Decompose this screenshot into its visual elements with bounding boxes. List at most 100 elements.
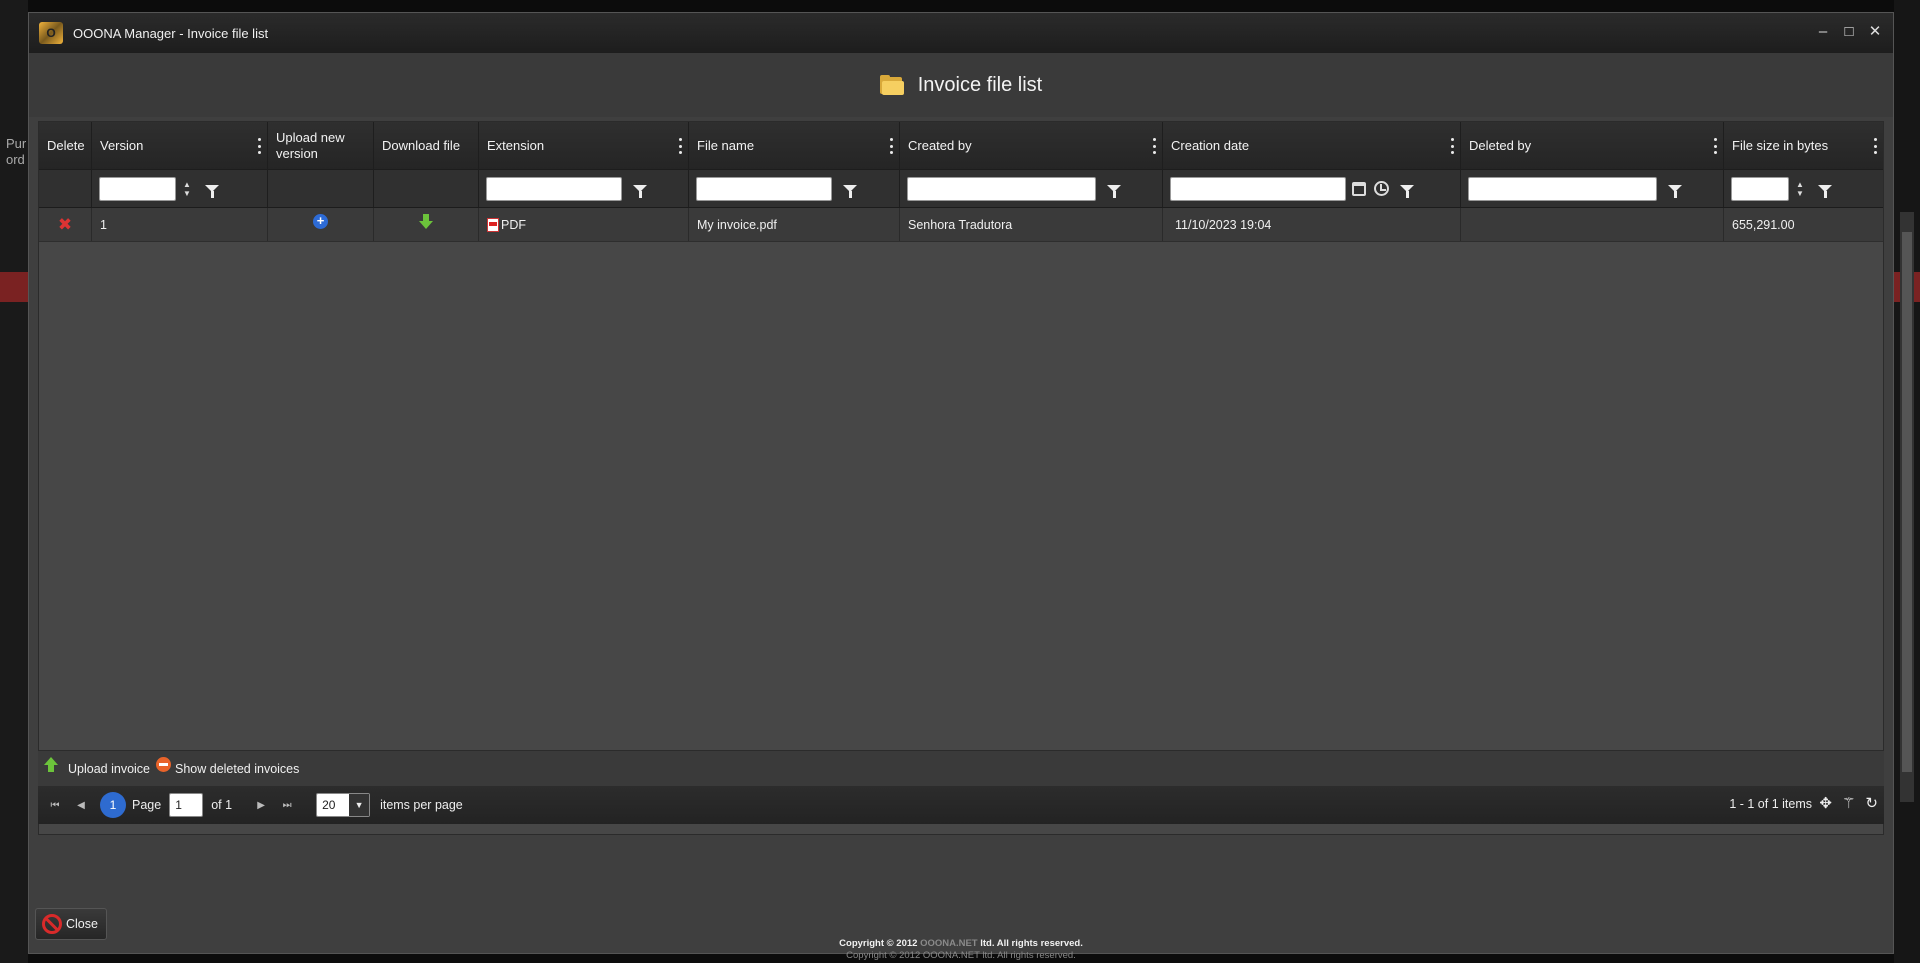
column-header-delete[interactable]: Delete (39, 122, 92, 170)
creation-date-cell: 11/10/2023 19:04 (1163, 208, 1461, 241)
grid-toolbar: Upload invoice Show deleted invoices (38, 750, 1884, 786)
refresh-icon[interactable]: ↻ (1865, 794, 1878, 812)
window-titlebar[interactable]: O OOONA Manager - Invoice file list – □ … (29, 13, 1893, 53)
filter-cell-created-by (900, 170, 1163, 207)
pager-info: 1 - 1 of 1 items (1729, 797, 1812, 811)
file-name-cell: My invoice.pdf (689, 208, 900, 241)
clock-icon[interactable] (1374, 181, 1389, 196)
copyright-text-shadow: Copyright © 2012 OOONA.NET ltd. All righ… (29, 950, 1893, 961)
close-button[interactable]: Close (35, 908, 107, 940)
delete-icon[interactable]: ✖ (58, 216, 72, 233)
close-icon[interactable]: ✕ (1867, 23, 1883, 41)
upload-invoice-label: Upload invoice (68, 761, 150, 776)
column-label: Created by (908, 138, 972, 153)
background-text: ord (6, 152, 25, 167)
column-header-version[interactable]: Version (92, 122, 268, 170)
column-header-download[interactable]: Download file (374, 122, 479, 170)
created-by-filter-button[interactable] (1102, 177, 1126, 201)
extension-filter-input[interactable] (486, 176, 622, 201)
pdf-file-icon (487, 217, 499, 232)
upload-invoice-button[interactable]: Upload invoice (44, 756, 150, 776)
version-cell: 1 (92, 208, 268, 241)
upload-cell: + (268, 208, 374, 241)
show-deleted-invoices-button[interactable]: Show deleted invoices (156, 757, 300, 776)
column-label: File size in bytes (1732, 138, 1829, 153)
spin-down-icon[interactable]: ▼ (183, 189, 191, 198)
copyright-suffix: ltd. All rights reserved. (977, 938, 1083, 949)
creation-date-filter-button[interactable] (1395, 177, 1419, 201)
background-app-right (1894, 0, 1920, 963)
file-size-filter-button[interactable] (1813, 177, 1837, 201)
filter-cell-creation-date (1163, 170, 1461, 207)
current-page-button[interactable]: 1 (100, 792, 126, 818)
version-filter-input[interactable] (99, 176, 176, 201)
upload-arrow-icon (44, 756, 58, 773)
column-header-upload[interactable]: Upload new version (268, 122, 374, 170)
items-per-page-label: items per page (380, 798, 463, 812)
page-number-input[interactable]: 1 (169, 793, 204, 817)
column-menu-icon[interactable] (678, 138, 682, 154)
filter-cell-file-size: ▲ ▼ (1724, 170, 1883, 207)
background-text: Pur (6, 136, 27, 151)
column-header-deleted-by[interactable]: Deleted by (1461, 122, 1724, 170)
file-size-filter-input[interactable] (1731, 176, 1789, 201)
first-page-icon[interactable]: ⏮ (44, 794, 66, 816)
column-menu-icon[interactable] (889, 138, 893, 154)
column-menu-icon[interactable] (1152, 138, 1156, 154)
created-by-filter-input[interactable] (907, 176, 1096, 201)
column-header-creation-date[interactable]: Creation date (1163, 122, 1461, 170)
filter-icon (1400, 185, 1414, 198)
column-label: Upload new version (276, 130, 345, 161)
deleted-by-filter-input[interactable] (1468, 176, 1657, 201)
file-size-cell: 655,291.00 (1732, 217, 1795, 232)
spin-up-icon[interactable]: ▲ (183, 180, 191, 189)
version-spinner[interactable]: ▲ ▼ (180, 177, 194, 201)
spin-down-icon[interactable]: ▼ (1796, 189, 1804, 198)
app-logo-icon: O (39, 22, 63, 44)
show-deleted-label: Show deleted invoices (175, 761, 300, 776)
spin-up-icon[interactable]: ▲ (1796, 180, 1804, 189)
creation-date-filter-input[interactable] (1170, 176, 1346, 201)
version-filter-button[interactable] (200, 177, 224, 201)
next-page-icon[interactable]: ▶ (250, 794, 272, 816)
page-size-select[interactable]: 20 ▼ (316, 793, 371, 817)
background-highlight (0, 272, 28, 302)
prev-page-icon[interactable]: ◀ (70, 794, 92, 816)
move-columns-icon[interactable]: ✥ (1819, 794, 1832, 812)
clear-filters-icon[interactable]: ⚚ (1842, 794, 1855, 812)
column-header-extension[interactable]: Extension (479, 122, 689, 170)
last-page-icon[interactable]: ⏭ (276, 794, 298, 816)
upload-new-version-icon[interactable]: + (313, 214, 328, 229)
column-menu-icon[interactable] (1450, 138, 1454, 154)
scrollbar-thumb[interactable] (1902, 232, 1912, 772)
column-menu-icon[interactable] (1873, 138, 1877, 154)
copyright-prefix: Copyright © 2012 (846, 950, 923, 961)
file-name-filter-button[interactable] (838, 177, 862, 201)
column-menu-icon[interactable] (1713, 138, 1717, 154)
extension-filter-button[interactable] (628, 177, 652, 201)
filter-icon (633, 185, 647, 198)
minimize-icon[interactable]: – (1815, 23, 1831, 41)
page-label: Page (132, 798, 162, 812)
background-scrollbar[interactable] (1900, 212, 1914, 802)
column-label: Delete (47, 138, 85, 153)
file-size-spinner[interactable]: ▲ ▼ (1793, 177, 1807, 201)
maximize-icon[interactable]: □ (1841, 23, 1857, 41)
deleted-by-filter-button[interactable] (1663, 177, 1687, 201)
copyright-suffix: ltd. All rights reserved. (979, 950, 1076, 961)
column-label: File name (697, 138, 755, 153)
file-name-filter-input[interactable] (696, 176, 832, 201)
filter-cell-delete (39, 170, 92, 207)
column-header-file-name[interactable]: File name (689, 122, 900, 170)
chevron-down-icon[interactable]: ▼ (349, 794, 370, 816)
no-entry-icon (42, 914, 62, 934)
column-header-created-by[interactable]: Created by (900, 122, 1163, 170)
created-by-cell: Senhora Tradutora (900, 208, 1163, 241)
download-icon[interactable] (419, 213, 433, 230)
extension-cell: PDF (479, 208, 689, 241)
deleted-by-cell (1461, 208, 1724, 241)
calendar-icon[interactable] (1352, 181, 1366, 196)
column-menu-icon[interactable] (257, 138, 261, 154)
column-header-file-size[interactable]: File size in bytes (1724, 122, 1883, 170)
table-row[interactable]: ✖ 1 + PDF My invoice.pdf Senhora Traduto… (39, 208, 1883, 242)
